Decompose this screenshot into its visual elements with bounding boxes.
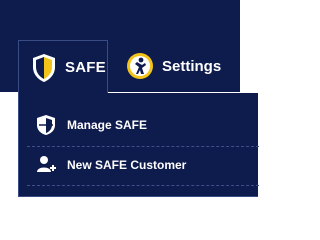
settings-badge-icon	[126, 52, 154, 80]
tab-settings[interactable]: Settings	[108, 40, 240, 92]
safe-dropdown-menu: Manage SAFE New SAFE Customer	[18, 93, 259, 197]
shield-half-icon	[35, 114, 57, 136]
menu-divider	[27, 185, 259, 186]
tab-settings-label: Settings	[162, 57, 222, 75]
tab-safe[interactable]: SAFE	[18, 40, 108, 94]
menu-item-manage-safe[interactable]: Manage SAFE	[19, 105, 259, 145]
tab-safe-label: SAFE	[65, 59, 106, 76]
menu-item-label: New SAFE Customer	[67, 158, 187, 172]
menu-item-label: Manage SAFE	[67, 118, 148, 132]
menu-item-new-safe-customer[interactable]: New SAFE Customer	[19, 145, 259, 185]
add-user-icon	[35, 154, 57, 176]
shield-icon	[31, 53, 57, 83]
